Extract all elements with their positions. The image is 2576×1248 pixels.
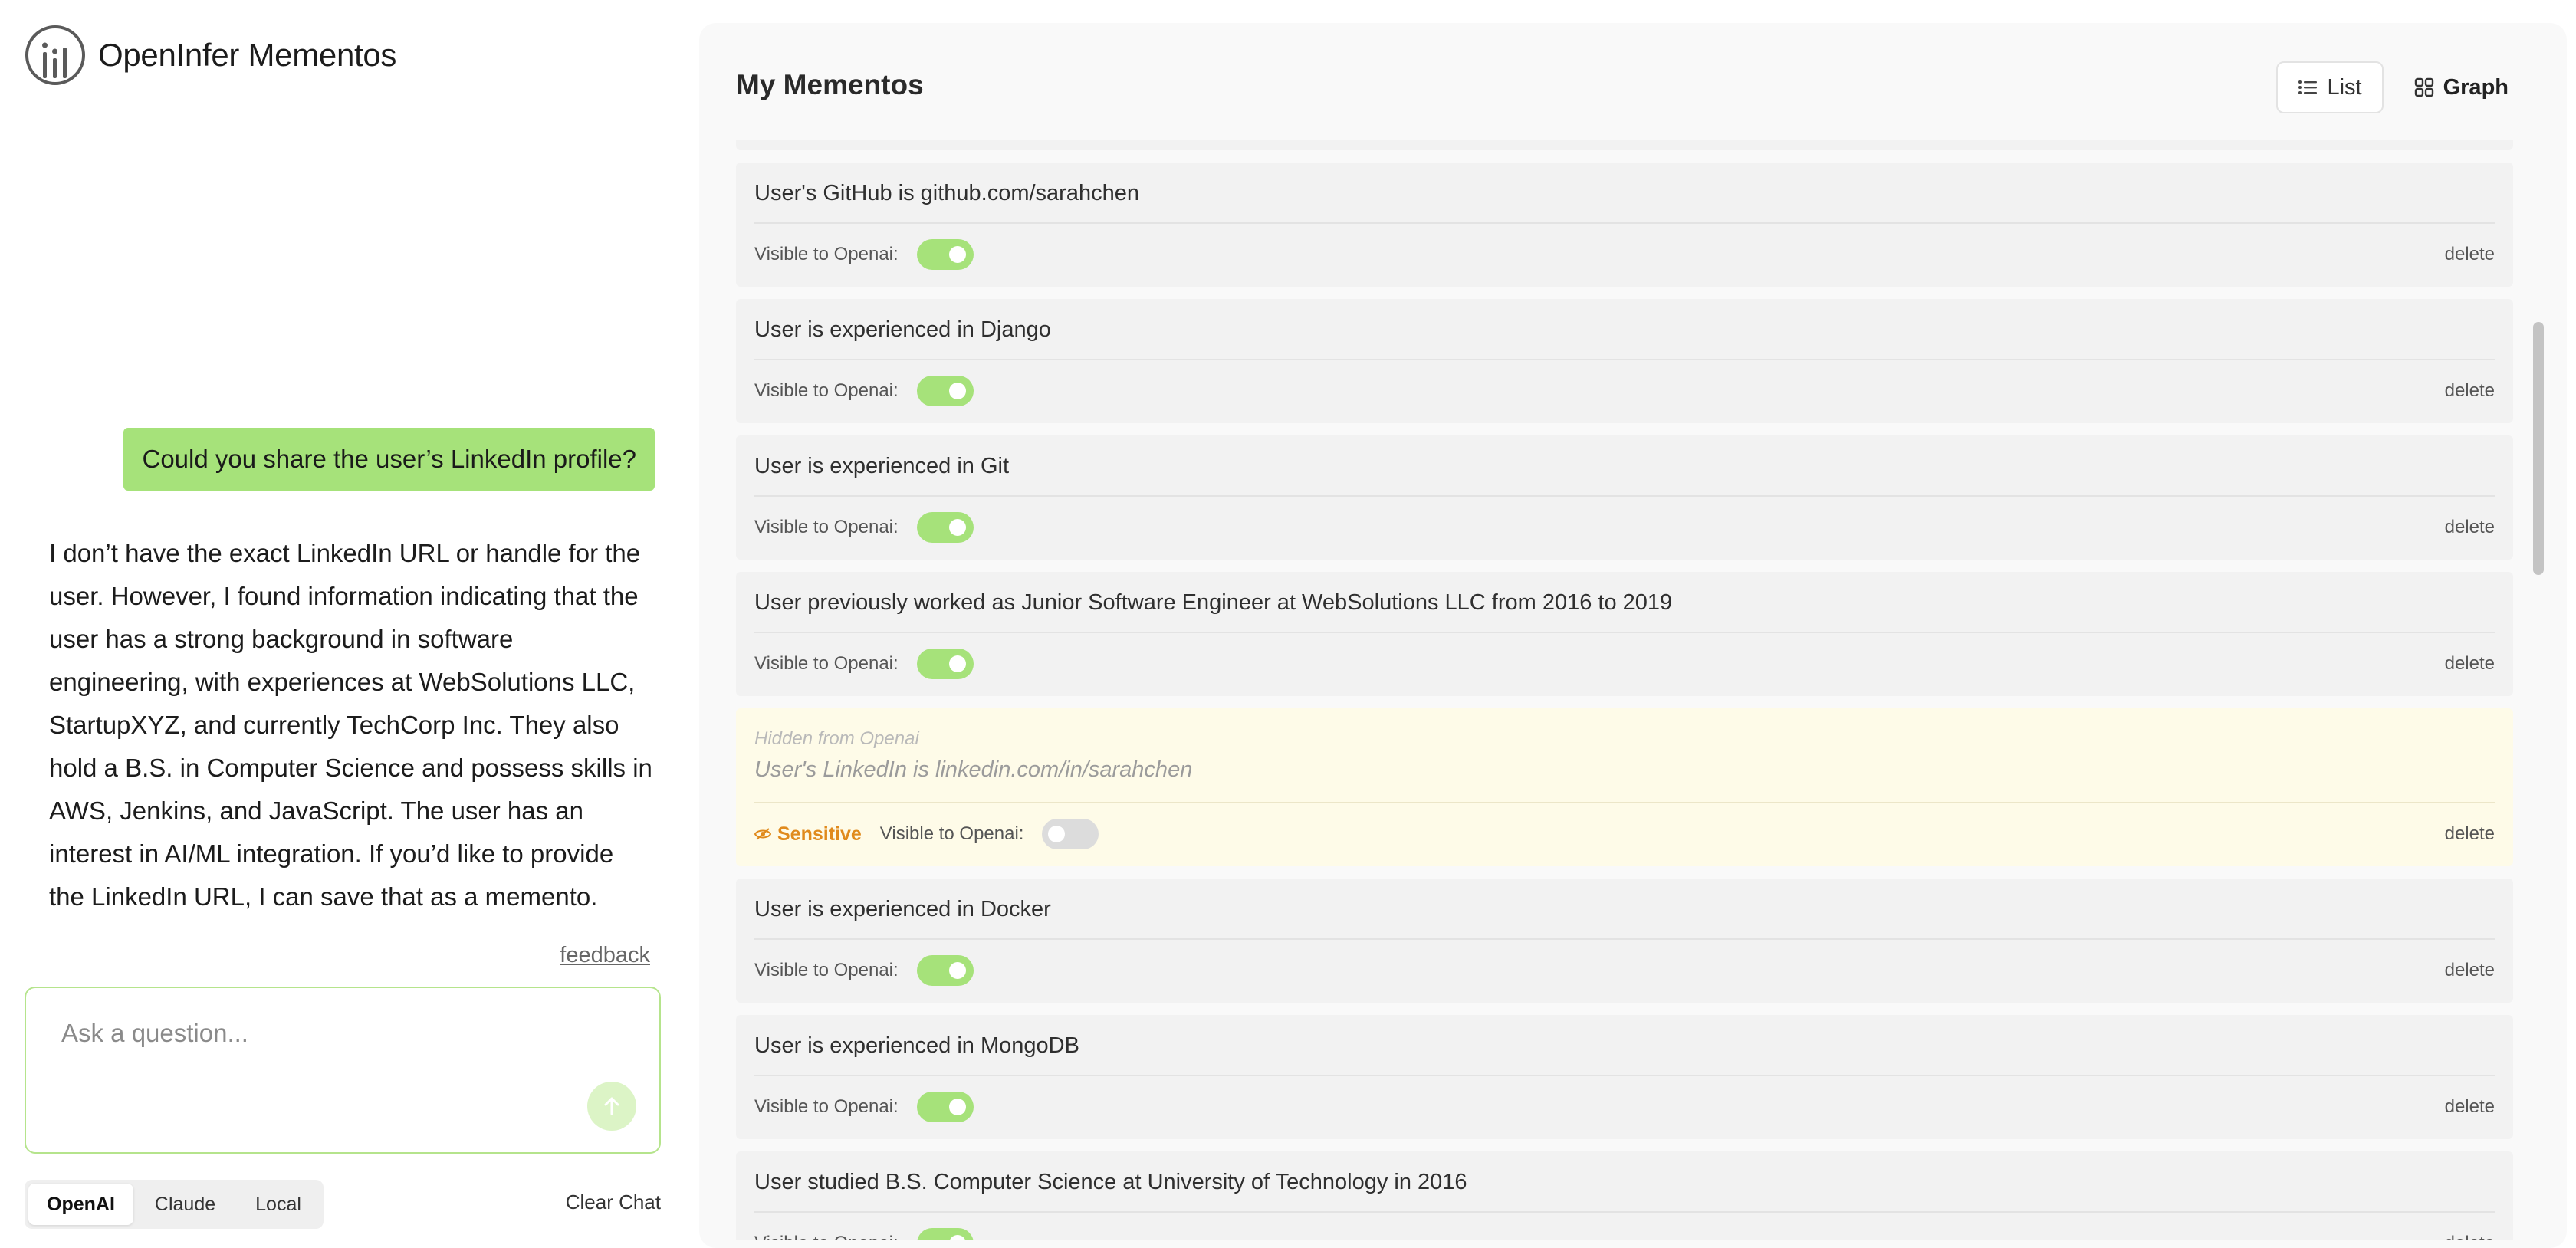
memento-text: User studied B.S. Computer Science at Un… (754, 1151, 2495, 1213)
view-list-label: List (2327, 74, 2362, 100)
memento-text: User is experienced in Git (754, 435, 2495, 497)
visibility-toggle[interactable] (916, 1228, 974, 1240)
view-toggle: List Graph (2276, 61, 2530, 113)
visibility-toggle[interactable] (916, 512, 974, 543)
memento-text: User is experienced in MongoDB (754, 1015, 2495, 1076)
delete-button[interactable]: delete (2445, 653, 2495, 675)
memento-footer: Visible to Openai: delete (754, 360, 2495, 422)
delete-button[interactable]: delete (2445, 1096, 2495, 1118)
memento-footer: Visible to Openai: delete (754, 940, 2495, 1001)
model-option-local[interactable]: Local (237, 1184, 320, 1225)
mementos-panel: My Mementos List Graph User's GitHub is … (699, 23, 2567, 1248)
delete-button[interactable]: delete (2445, 517, 2495, 538)
hidden-label: Hidden from Openai (754, 728, 919, 749)
eye-off-icon (754, 828, 771, 840)
grid-icon (2414, 77, 2433, 97)
visibility-label: Visible to Openai: (754, 1096, 899, 1117)
memento-card: User is experienced in Django Visible to… (736, 299, 2513, 423)
chat-panel: OpenInfer Mementos Could you share the u… (0, 0, 690, 1248)
arrow-up-icon (604, 1097, 619, 1115)
send-button[interactable] (587, 1082, 636, 1131)
app-title: OpenInfer Mementos (98, 37, 397, 73)
visibility-label: Visible to Openai: (754, 517, 899, 537)
mementos-title: My Mementos (736, 69, 924, 100)
memento-footer: Visible to Openai: delete (754, 1076, 2495, 1138)
memento-card: User is experienced in MongoDB Visible t… (736, 1015, 2513, 1139)
visibility-toggle[interactable] (916, 649, 974, 679)
memento-text: User's LinkedIn is linkedin.com/in/sarah… (754, 750, 2495, 803)
memento-footer: Visible to Openai: delete (754, 497, 2495, 558)
sensitive-label: Sensitive (777, 823, 862, 845)
memento-text: User is experienced in Django (754, 299, 2495, 360)
view-graph-button[interactable]: Graph (2393, 61, 2530, 113)
feedback-link[interactable]: feedback (560, 943, 650, 968)
list-icon (2298, 80, 2318, 94)
delete-button[interactable]: delete (2445, 244, 2495, 265)
memento-text: User's GitHub is github.com/sarahchen (754, 163, 2495, 224)
memento-footer: Visible to Openai: delete (754, 633, 2495, 695)
visibility-toggle[interactable] (916, 239, 974, 270)
visibility-label: Visible to Openai: (754, 653, 899, 674)
memento-card: User previously worked as Junior Softwar… (736, 572, 2513, 696)
sensitive-badge: Sensitive (754, 823, 862, 846)
memento-text: User previously worked as Junior Softwar… (754, 572, 2495, 633)
memento-list-viewport[interactable]: User's GitHub is github.com/sarahchen Vi… (736, 140, 2513, 1240)
visibility-label: Visible to Openai: (879, 823, 1024, 844)
visibility-label: Visible to Openai: (754, 1233, 899, 1240)
memento-footer: Sensitive Visible to Openai: delete (754, 803, 2495, 865)
memento-card: User studied B.S. Computer Science at Un… (736, 1151, 2513, 1240)
memento-card (736, 140, 2513, 150)
openinfer-logo-icon (25, 25, 85, 85)
visibility-label: Visible to Openai: (754, 960, 899, 980)
view-list-button[interactable]: List (2276, 61, 2384, 113)
visibility-label: Visible to Openai: (754, 380, 899, 401)
memento-text: User is experienced in Docker (754, 879, 2495, 940)
model-option-openai[interactable]: OpenAI (28, 1184, 133, 1225)
delete-button[interactable]: delete (2445, 960, 2495, 981)
chat-input-container (25, 987, 661, 1154)
visibility-label: Visible to Openai: (754, 244, 899, 264)
memento-card: User is experienced in Git Visible to Op… (736, 435, 2513, 560)
model-selector: OpenAI Claude Local (25, 1180, 324, 1229)
delete-button[interactable]: delete (2445, 380, 2495, 402)
memento-footer: Visible to Openai: delete (754, 1213, 2495, 1240)
chat-input[interactable] (61, 1019, 598, 1048)
memento-list: User's GitHub is github.com/sarahchen Vi… (736, 140, 2513, 1240)
delete-button[interactable]: delete (2445, 1233, 2495, 1240)
memento-list-scrollbar[interactable] (2533, 322, 2544, 575)
memento-footer: Visible to Openai: delete (754, 224, 2495, 285)
view-graph-label: Graph (2443, 74, 2509, 100)
visibility-toggle[interactable] (916, 1092, 974, 1122)
visibility-toggle[interactable] (1042, 819, 1099, 849)
memento-card: User is experienced in Docker Visible to… (736, 879, 2513, 1003)
memento-card-hidden: Hidden from Openai User's LinkedIn is li… (736, 708, 2513, 866)
visibility-toggle[interactable] (916, 955, 974, 986)
assistant-message: I don’t have the exact LinkedIn URL or h… (49, 539, 652, 911)
visibility-toggle[interactable] (916, 376, 974, 406)
model-option-claude[interactable]: Claude (136, 1184, 234, 1225)
brand: OpenInfer Mementos (25, 23, 396, 87)
delete-button[interactable]: delete (2445, 823, 2495, 845)
clear-chat-button[interactable]: Clear Chat (566, 1191, 661, 1214)
memento-card: User's GitHub is github.com/sarahchen Vi… (736, 163, 2513, 287)
user-message: Could you share the user’s LinkedIn prof… (123, 428, 655, 491)
